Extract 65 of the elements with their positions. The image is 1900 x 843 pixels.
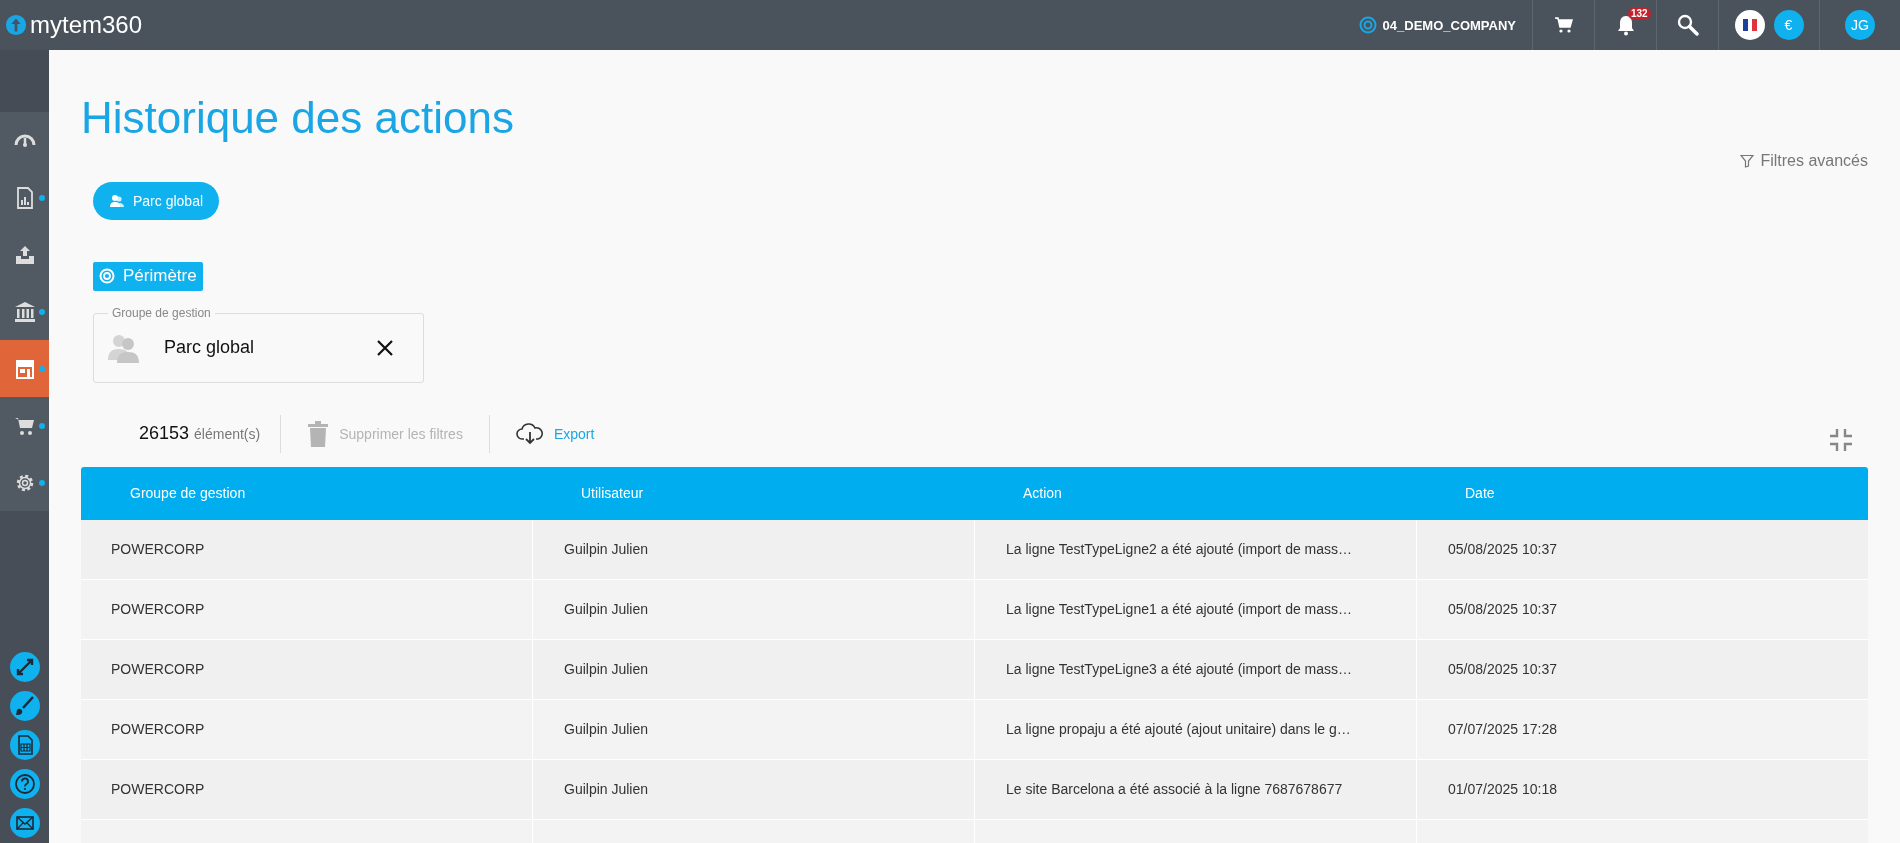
page-title: Historique des actions	[81, 96, 515, 140]
filter-icon	[1740, 154, 1755, 168]
section-label-text: Périmètre	[123, 266, 197, 287]
bank-icon	[13, 300, 36, 323]
mail-icon[interactable]	[9, 808, 40, 838]
table-cell: Guilpin Julien	[564, 541, 649, 558]
export-button[interactable]: Export	[489, 422, 621, 445]
table-row[interactable]: POWERCORP Guilpin Julien Le site Barcelona a été associé à la ligne 7687678677 01/07/2025 10:18	[81, 759, 1868, 820]
table-cell: POWERCORP	[111, 541, 205, 558]
logo-text: mytem360	[30, 11, 143, 39]
table-cell: 05/08/2025 10:37	[1448, 601, 1557, 618]
table-row[interactable]: POWERCORP Guilpin Julien La ligne propaju a été ajouté (ajout unitaire) dans le g… 07/07/2025 17:28	[81, 699, 1868, 760]
table-cell: 01/07/2025 10:18	[1448, 781, 1557, 798]
column-header[interactable]: Date	[1465, 485, 1495, 502]
users-icon	[109, 194, 125, 209]
scope-chip[interactable]: Parc global	[93, 182, 220, 221]
table-cell: POWERCORP	[111, 601, 205, 618]
table-row[interactable]: POWERCORP Guilpin Julien La ligne TestTypeLigne2 a été ajouté (import de mass… 05/08/2025 10:37	[81, 519, 1868, 580]
logo-icon	[5, 14, 27, 36]
table-cell: Guilpin Julien	[564, 661, 649, 678]
column-header[interactable]: Groupe de gestion	[130, 485, 246, 502]
table-cell: La ligne TestTypeLigne1 a été ajouté (import de mass…	[1006, 601, 1353, 618]
target-icon	[99, 268, 115, 285]
cart-icon	[1553, 16, 1574, 34]
currency-button[interactable]: €	[1773, 10, 1804, 40]
column-header[interactable]: Action	[1023, 485, 1062, 502]
table-cell: 05/08/2025 10:37	[1448, 541, 1557, 558]
sidebar-item[interactable]	[0, 340, 49, 397]
search-icon	[1676, 14, 1699, 36]
tray-upload-icon	[13, 243, 36, 266]
help-icon[interactable]	[9, 769, 40, 799]
table-cell: Guilpin Julien	[564, 601, 649, 618]
table-cell: Guilpin Julien	[564, 781, 649, 798]
result-count: 26153	[139, 423, 190, 445]
flag-icon[interactable]	[1734, 10, 1765, 40]
table-cell: POWERCORP	[111, 781, 205, 798]
table-cell: POWERCORP	[111, 721, 205, 738]
expand-icon[interactable]	[9, 652, 40, 682]
table-cell: 05/08/2025 10:37	[1448, 661, 1557, 678]
cloud-download-icon	[515, 422, 544, 445]
store-icon	[13, 357, 36, 380]
table-cell: La ligne propaju a été ajouté (ajout unitaire) dans le g…	[1006, 721, 1351, 738]
table-cell: POWERCORP	[111, 661, 205, 678]
table-row[interactable]: POWERCORP Guilpin Julien La ligne TestTypeLigne3 a été ajouté (import de mass… 05/08/2025 10:37	[81, 639, 1868, 700]
brush-icon[interactable]	[9, 691, 40, 721]
table-cell: 07/07/2025 17:28	[1448, 721, 1557, 738]
table-cell: La ligne TestTypeLigne2 a été ajouté (import de mass…	[1006, 541, 1353, 558]
spreadsheet-icon[interactable]	[9, 730, 40, 760]
company-selector[interactable]: 04_DEMO_COMPANY	[1342, 16, 1532, 34]
table-cell: La ligne TestTypeLigne3 a été ajouté (import de mass…	[1006, 661, 1353, 678]
field-label: Groupe de gestion	[108, 305, 215, 320]
close-icon[interactable]	[376, 338, 394, 357]
advanced-filters-link[interactable]: Filtres avancés	[1740, 152, 1868, 170]
table-row[interactable]: POWERCORP Guilpin Julien La ligne TestTypeLigne1 a été ajouté (import de mass… 05/08/2025 10:37	[81, 579, 1868, 640]
table-cell: Le site Barcelona a été associé à la ligne 7687678677	[1006, 781, 1343, 798]
notifications-button[interactable]: 132	[1594, 0, 1656, 50]
user-avatar[interactable]: JG	[1845, 10, 1875, 40]
notification-badge: 132	[1628, 7, 1651, 20]
trash-icon	[307, 420, 330, 447]
field-value: Parc global	[164, 337, 256, 359]
table-cell: Guilpin Julien	[564, 721, 649, 738]
column-header[interactable]: Utilisateur	[581, 485, 644, 502]
collapse-icon[interactable]	[1829, 427, 1853, 452]
result-unit: élément(s)	[194, 426, 261, 443]
target-icon	[1358, 16, 1377, 34]
